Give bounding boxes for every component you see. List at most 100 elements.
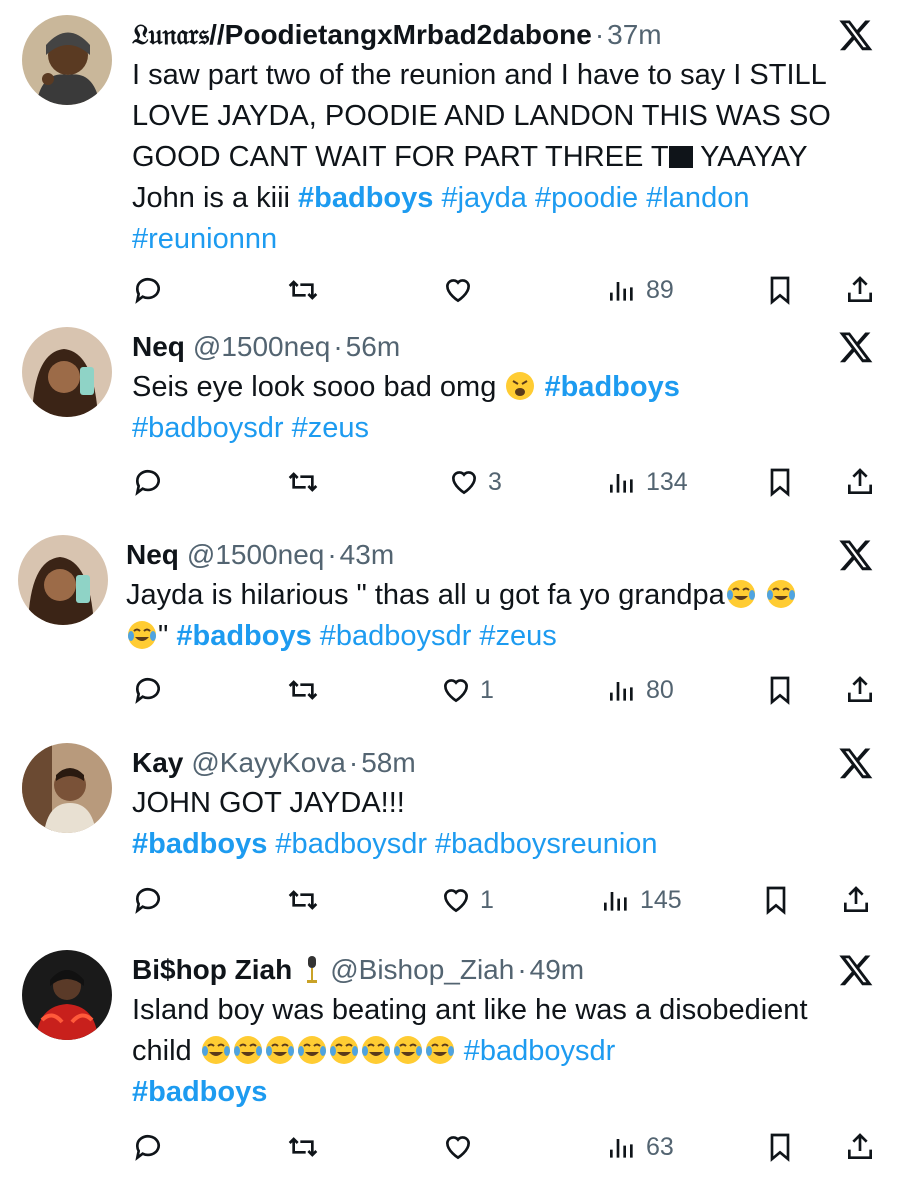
reply-button[interactable]: [132, 880, 164, 920]
reply-button[interactable]: [132, 1127, 164, 1167]
hashtag-link[interactable]: #badboys: [544, 371, 679, 403]
bookmark-icon: [766, 886, 786, 915]
action-bar: 3 134: [132, 462, 892, 502]
repost-button[interactable]: [287, 270, 319, 310]
display-name[interactable]: Kay: [132, 747, 183, 779]
like-button[interactable]: 1: [440, 880, 494, 920]
views-icon: [604, 892, 627, 911]
tweet-line: GOOD CANT WAIT FOR PART THREE T YAAYAY: [132, 137, 882, 178]
share-button[interactable]: [844, 670, 876, 710]
tweet-line: LOVE JAYDA, POODIE AND LANDON THIS WAS S…: [132, 100, 831, 132]
share-button[interactable]: [844, 1127, 876, 1167]
hashtag-link[interactable]: #reunionnn: [132, 219, 882, 260]
reply-button[interactable]: [132, 670, 164, 710]
text-fragment: Jayda is hilarious " thas all u got fa y…: [126, 579, 725, 611]
avatar[interactable]: [22, 743, 112, 833]
bookmark-icon: [770, 676, 790, 705]
avatar[interactable]: [22, 327, 112, 417]
display-name[interactable]: Bi$hop Ziah: [132, 954, 292, 986]
timestamp[interactable]: 58m: [361, 747, 415, 779]
repost-button[interactable]: [287, 1127, 319, 1167]
tears-of-joy-emoji: [329, 1036, 358, 1064]
hashtag-link[interactable]: #badboysdr: [456, 1035, 616, 1067]
share-button[interactable]: [844, 462, 876, 502]
heart-icon: [443, 679, 469, 703]
emoji-group: [200, 1035, 456, 1067]
hashtag-link[interactable]: #badboysdr #zeus: [312, 620, 557, 652]
bookmark-icon: [770, 468, 790, 497]
repost-button[interactable]: [287, 462, 319, 502]
separator-dot: ·: [594, 19, 605, 50]
tweet-line: John is a kiii #badboys #jayda #poodie #…: [132, 178, 882, 219]
text-fragment: child: [132, 1035, 200, 1067]
views-button[interactable]: 80: [606, 670, 674, 710]
tweet-text: Jayda is hilarious " thas all u got fa y…: [126, 575, 876, 657]
separator-dot: ·: [517, 954, 527, 985]
reply-button[interactable]: [132, 462, 164, 502]
repost-button[interactable]: [287, 880, 319, 920]
bookmark-button[interactable]: [764, 670, 796, 710]
timestamp[interactable]: 43m: [340, 539, 394, 571]
tears-of-joy-emoji: [766, 580, 795, 608]
tweet-text: JOHN GOT JAYDA!!! #badboys #badboysdr #b…: [132, 783, 882, 865]
like-button[interactable]: [442, 1127, 474, 1167]
hashtag-link[interactable]: #badboys: [132, 1072, 882, 1113]
avatar[interactable]: [18, 535, 108, 625]
bookmark-button[interactable]: [764, 462, 796, 502]
display-name[interactable]: Neq: [126, 539, 179, 571]
hashtag-link[interactable]: #badboys: [132, 828, 267, 860]
tears-of-joy-emoji: [425, 1036, 454, 1064]
avatar[interactable]: [22, 950, 112, 1040]
reply-button[interactable]: [132, 270, 164, 310]
likes-count: 3: [488, 467, 502, 496]
share-button[interactable]: [844, 270, 876, 310]
share-button[interactable]: [840, 880, 872, 920]
heart-icon: [443, 889, 469, 913]
views-button[interactable]: 63: [606, 1127, 674, 1167]
user-handle[interactable]: @Bishop_Ziah: [330, 954, 514, 986]
tweet-line: " #badboys #badboysdr #zeus: [126, 616, 876, 657]
like-button[interactable]: 3: [448, 462, 502, 502]
x-logo-icon: [839, 955, 873, 986]
hashtag-link[interactable]: #jayda #poodie #landon: [441, 182, 749, 214]
action-bar: 63: [132, 1127, 892, 1167]
repost-button[interactable]: [287, 670, 319, 710]
tweet-line: Jayda is hilarious " thas all u got fa y…: [126, 575, 876, 616]
tears-of-joy-emoji: [297, 1036, 326, 1064]
action-bar: 89: [132, 270, 892, 310]
reply-icon: [135, 1134, 160, 1161]
bookmark-button[interactable]: [760, 880, 792, 920]
like-button[interactable]: [442, 270, 474, 310]
user-handle[interactable]: @KayyKova: [191, 747, 346, 779]
repost-icon: [288, 1137, 318, 1157]
tears-of-joy-emoji: [361, 1036, 390, 1064]
views-button[interactable]: 89: [606, 270, 674, 310]
tweet-text: Seis eye look sooo bad omg #badboys #bad…: [132, 367, 882, 449]
display-name[interactable]: Neq: [132, 331, 185, 363]
timestamp[interactable]: 56m: [346, 331, 400, 363]
repost-icon: [288, 280, 318, 300]
user-handle[interactable]: @1500neq: [193, 331, 330, 363]
tweet-line: I saw part two of the reunion and I have…: [132, 59, 827, 91]
hashtag-link[interactable]: #badboysdr #badboysreunion: [267, 828, 657, 860]
display-name[interactable]: 𝔏𝔲𝔫𝔞𝔯𝔰//PoodietangxMrbad2dabone: [132, 19, 592, 52]
hashtag-link[interactable]: #badboys: [298, 182, 433, 214]
bookmark-button[interactable]: [764, 270, 796, 310]
views-button[interactable]: 145: [600, 880, 682, 920]
bookmark-button[interactable]: [764, 1127, 796, 1167]
avatar[interactable]: [22, 15, 112, 105]
user-handle[interactable]: @1500neq: [187, 539, 324, 571]
hashtag-link[interactable]: #badboys: [176, 620, 311, 652]
hashtag-link[interactable]: #badboysdr #zeus: [132, 408, 882, 449]
share-icon: [848, 1133, 872, 1159]
share-icon: [844, 886, 868, 912]
heart-icon: [451, 471, 477, 495]
tweet-text: I saw part two of the reunion and I have…: [132, 55, 882, 260]
views-count: 134: [646, 467, 688, 496]
like-button[interactable]: 1: [440, 670, 494, 710]
views-count: 63: [646, 1132, 674, 1161]
timestamp[interactable]: 49m: [530, 954, 584, 986]
timestamp[interactable]: 37m: [607, 19, 661, 51]
tears-of-joy-emoji: [233, 1036, 262, 1064]
views-button[interactable]: 134: [606, 462, 688, 502]
